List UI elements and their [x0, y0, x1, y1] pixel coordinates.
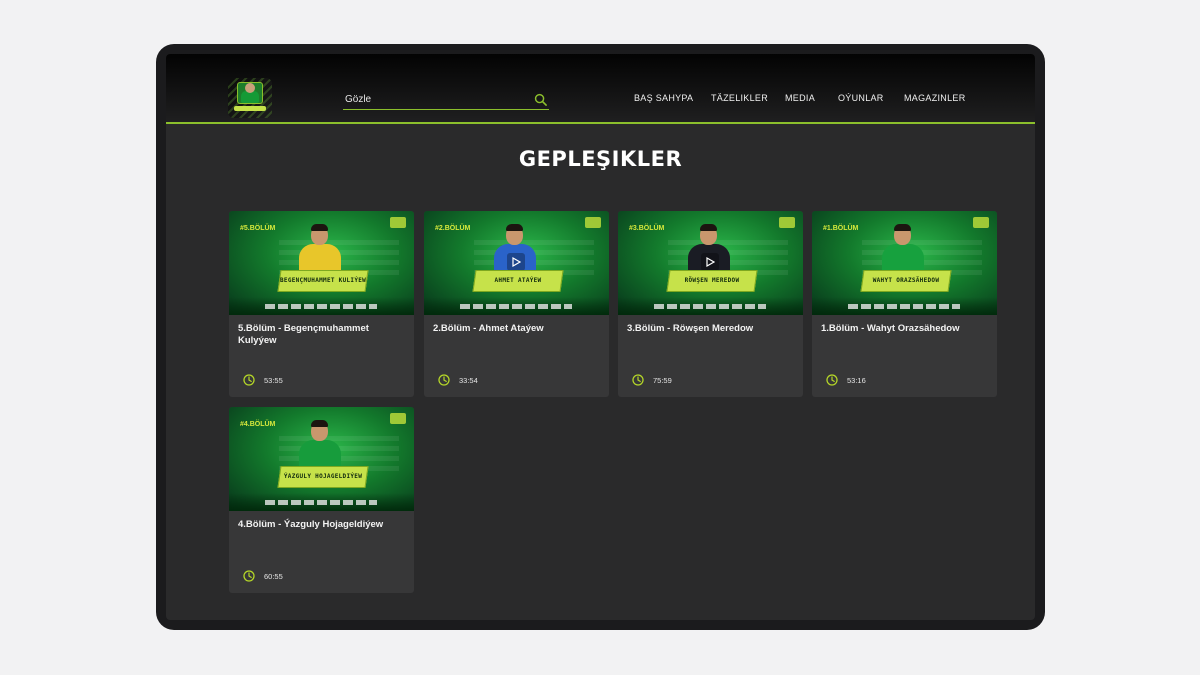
episode-duration: 53:55: [264, 376, 283, 385]
episode-duration: 53:16: [847, 376, 866, 385]
nav-magazinler[interactable]: MAGAZINLER: [904, 93, 966, 107]
search-icon[interactable]: [534, 93, 547, 106]
thumb-name-text: RÖWŞEN MEREDOW: [684, 277, 740, 284]
thumb-episode-label: #4.BÖLÜM: [240, 421, 276, 428]
episode-duration: 33:54: [459, 376, 478, 385]
player-hair: [506, 224, 523, 231]
logo-bar: [234, 106, 266, 111]
tablet-frame: BAŞ SAHYPA TÄZELIKLER MEDIA OÝUNLAR MAGA…: [156, 44, 1045, 630]
episode-card[interactable]: #2.BÖLÜM AHMET ATAÝEW 2.Bölüm - Ahmet At…: [424, 211, 609, 397]
episode-duration: 75:59: [653, 376, 672, 385]
search-box: [343, 90, 549, 110]
clock-icon: [632, 374, 644, 386]
episode-title[interactable]: 1.Bölüm - Wahyt Orazsähedow: [821, 323, 991, 335]
player-hair: [700, 224, 717, 231]
nav-oyunlar[interactable]: OÝUNLAR: [838, 93, 884, 107]
thumb-name-banner: ÝAZGULY HOJAGELDIÝEW: [277, 466, 369, 488]
episode-card[interactable]: #1.BÖLÜM WAHYT ORAZSÄHEDOW 1.Bölüm - Wah…: [812, 211, 997, 397]
nav-media[interactable]: MEDIA: [785, 93, 815, 107]
thumb-corner-logo: [390, 217, 406, 228]
thumb-name-banner: WAHYT ORAZSÄHEDOW: [860, 270, 952, 292]
thumb-name-banner: BEGENÇMUHAMMET KULIÝEW: [277, 270, 369, 292]
clock-icon: [826, 374, 838, 386]
logo-figure-head: [245, 83, 255, 93]
clock-icon: [243, 570, 255, 582]
search-input[interactable]: [345, 90, 525, 108]
player-hair: [311, 224, 328, 231]
thumb-episode-label: #5.BÖLÜM: [240, 225, 276, 232]
play-icon[interactable]: [507, 253, 525, 271]
thumb-name-text: ÝAZGULY HOJAGELDIÝEW: [283, 473, 363, 480]
thumb-sponsor-strip: [654, 304, 766, 309]
episode-thumbnail[interactable]: #2.BÖLÜM AHMET ATAÝEW: [424, 211, 609, 315]
clock-icon: [243, 374, 255, 386]
screen: BAŞ SAHYPA TÄZELIKLER MEDIA OÝUNLAR MAGA…: [166, 54, 1035, 620]
thumb-name-text: BEGENÇMUHAMMET KULIÝEW: [280, 277, 367, 284]
thumb-name-text: AHMET ATAÝEW: [494, 277, 542, 284]
episode-duration: 60:55: [264, 572, 283, 581]
episode-title[interactable]: 5.Bölüm - Begençmuhammet Kulyýew: [238, 323, 408, 347]
episode-title[interactable]: 2.Bölüm - Ahmet Ataýew: [433, 323, 603, 335]
thumb-episode-label: #2.BÖLÜM: [435, 225, 471, 232]
episode-card[interactable]: #3.BÖLÜM RÖWŞEN MEREDOW 3.Bölüm - Röwşen…: [618, 211, 803, 397]
nav-bas-sahypa[interactable]: BAŞ SAHYPA: [634, 93, 693, 107]
thumb-name-banner: RÖWŞEN MEREDOW: [666, 270, 758, 292]
thumb-name-text: WAHYT ORAZSÄHEDOW: [872, 277, 940, 284]
thumb-sponsor-strip: [265, 304, 377, 309]
episode-thumbnail[interactable]: #5.BÖLÜM BEGENÇMUHAMMET KULIÝEW: [229, 211, 414, 315]
thumb-episode-label: #3.BÖLÜM: [629, 225, 665, 232]
thumb-sponsor-strip: [265, 500, 377, 505]
episode-title[interactable]: 4.Bölüm - Ýazguly Hojageldiýew: [238, 519, 408, 531]
thumb-corner-logo: [973, 217, 989, 228]
thumb-corner-logo: [585, 217, 601, 228]
episode-thumbnail[interactable]: #4.BÖLÜM ÝAZGULY HOJAGELDIÝEW: [229, 407, 414, 511]
thumb-sponsor-strip: [460, 304, 572, 309]
clock-icon: [438, 374, 450, 386]
player-hair: [894, 224, 911, 231]
play-icon[interactable]: [701, 253, 719, 271]
page-title: GEPLEŞIKLER: [518, 147, 683, 171]
thumb-corner-logo: [390, 413, 406, 424]
episode-title[interactable]: 3.Bölüm - Röwşen Meredow: [627, 323, 797, 335]
site-logo[interactable]: [228, 78, 272, 118]
player-hair: [311, 420, 328, 427]
episode-card[interactable]: #5.BÖLÜM BEGENÇMUHAMMET KULIÝEW 5.Bölüm …: [229, 211, 414, 397]
nav-tazelikler[interactable]: TÄZELIKLER: [711, 93, 768, 107]
thumb-corner-logo: [779, 217, 795, 228]
episode-thumbnail[interactable]: #1.BÖLÜM WAHYT ORAZSÄHEDOW: [812, 211, 997, 315]
thumb-sponsor-strip: [848, 304, 960, 309]
thumb-name-banner: AHMET ATAÝEW: [472, 270, 564, 292]
episode-thumbnail[interactable]: #3.BÖLÜM RÖWŞEN MEREDOW: [618, 211, 803, 315]
thumb-episode-label: #1.BÖLÜM: [823, 225, 859, 232]
site-header: BAŞ SAHYPA TÄZELIKLER MEDIA OÝUNLAR MAGA…: [166, 54, 1035, 124]
episode-card[interactable]: #4.BÖLÜM ÝAZGULY HOJAGELDIÝEW 4.Bölüm - …: [229, 407, 414, 593]
